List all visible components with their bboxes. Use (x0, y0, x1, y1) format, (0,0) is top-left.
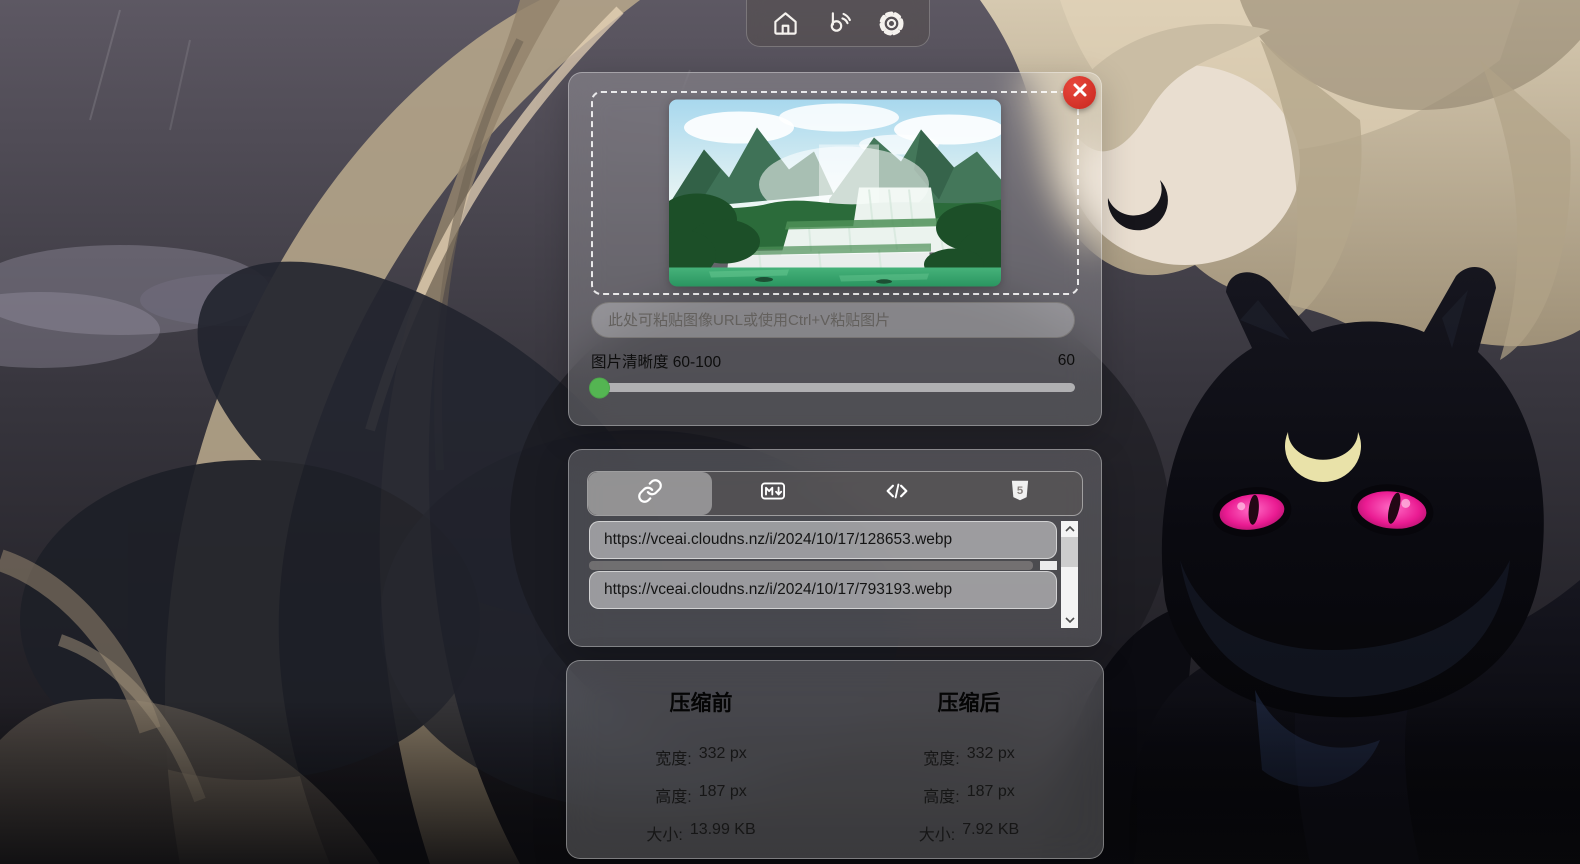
compression-stats-panel: 压缩前 宽度: 332 px 高度: 187 px 大小: 13.99 KB 压… (566, 660, 1104, 859)
link-icon (637, 478, 663, 509)
result-url-2[interactable] (589, 571, 1057, 609)
width-label: 宽度: (923, 745, 959, 769)
before-size-row: 大小: 13.99 KB (646, 821, 755, 845)
after-size-row: 大小: 7.92 KB (919, 821, 1019, 845)
stats-before-title: 压缩前 (670, 687, 733, 717)
home-icon (772, 10, 799, 37)
image-preview (669, 100, 1001, 287)
home-button[interactable] (770, 8, 800, 38)
vertical-scrollbar[interactable] (1061, 521, 1078, 628)
horizontal-scrollbar[interactable] (589, 561, 1057, 570)
size-label: 大小: (646, 821, 682, 845)
scroll-down-arrow[interactable] (1061, 612, 1078, 628)
horizontal-scrollbar-thumb[interactable] (589, 561, 1033, 570)
tab-link-format[interactable] (588, 472, 712, 515)
app-stage: 图片清晰度 60-100 60 (0, 0, 1580, 864)
quality-label: 图片清晰度 60-100 (591, 350, 721, 372)
tab-html-format[interactable]: 5 (959, 472, 1083, 515)
format-tabbar: 5 (587, 471, 1083, 516)
before-width-row: 宽度: 332 px (655, 745, 747, 769)
quality-slider-thumb[interactable] (589, 377, 610, 398)
blog-button[interactable] (823, 8, 853, 38)
stats-before-column: 压缩前 宽度: 332 px 高度: 187 px 大小: 13.99 KB (567, 661, 835, 858)
width-label: 宽度: (655, 745, 691, 769)
height-label: 高度: (655, 783, 691, 807)
upload-panel: 图片清晰度 60-100 60 (568, 72, 1102, 426)
height-value: 187 px (967, 783, 1015, 807)
vertical-scrollbar-thumb[interactable] (1061, 537, 1078, 567)
height-label: 高度: (923, 783, 959, 807)
width-value: 332 px (699, 745, 747, 769)
height-value: 187 px (699, 783, 747, 807)
settings-icon (878, 10, 905, 37)
horizontal-scrollbar-track (1040, 561, 1057, 570)
size-value: 7.92 KB (962, 821, 1019, 845)
tab-code-format[interactable] (835, 472, 959, 515)
blog-icon (825, 10, 852, 37)
markdown-icon (759, 477, 787, 510)
quality-slider[interactable] (591, 383, 1075, 392)
scroll-up-arrow[interactable] (1061, 521, 1078, 537)
size-label: 大小: (919, 821, 955, 845)
before-height-row: 高度: 187 px (655, 783, 747, 807)
stats-after-title: 压缩后 (938, 687, 1001, 717)
width-value: 332 px (967, 745, 1015, 769)
waterfall-preview-image (669, 100, 1001, 287)
paste-url-input[interactable] (591, 302, 1075, 338)
image-dropzone[interactable] (591, 91, 1079, 295)
code-icon (883, 477, 911, 510)
after-width-row: 宽度: 332 px (923, 745, 1015, 769)
result-url-1[interactable] (589, 521, 1057, 559)
close-button[interactable] (1063, 76, 1096, 109)
quality-value: 60 (1058, 352, 1075, 370)
svg-text:5: 5 (1017, 485, 1023, 497)
top-navbar (746, 0, 930, 47)
stats-after-column: 压缩后 宽度: 332 px 高度: 187 px 大小: 7.92 KB (835, 661, 1103, 858)
size-value: 13.99 KB (690, 821, 756, 845)
tab-markdown-format[interactable] (712, 472, 836, 515)
html5-icon: 5 (1007, 478, 1033, 509)
quality-row: 图片清晰度 60-100 60 (591, 350, 1075, 372)
after-height-row: 高度: 187 px (923, 783, 1015, 807)
close-x-icon (1072, 82, 1088, 103)
settings-button[interactable] (876, 8, 906, 38)
output-panel: 5 (568, 449, 1102, 647)
